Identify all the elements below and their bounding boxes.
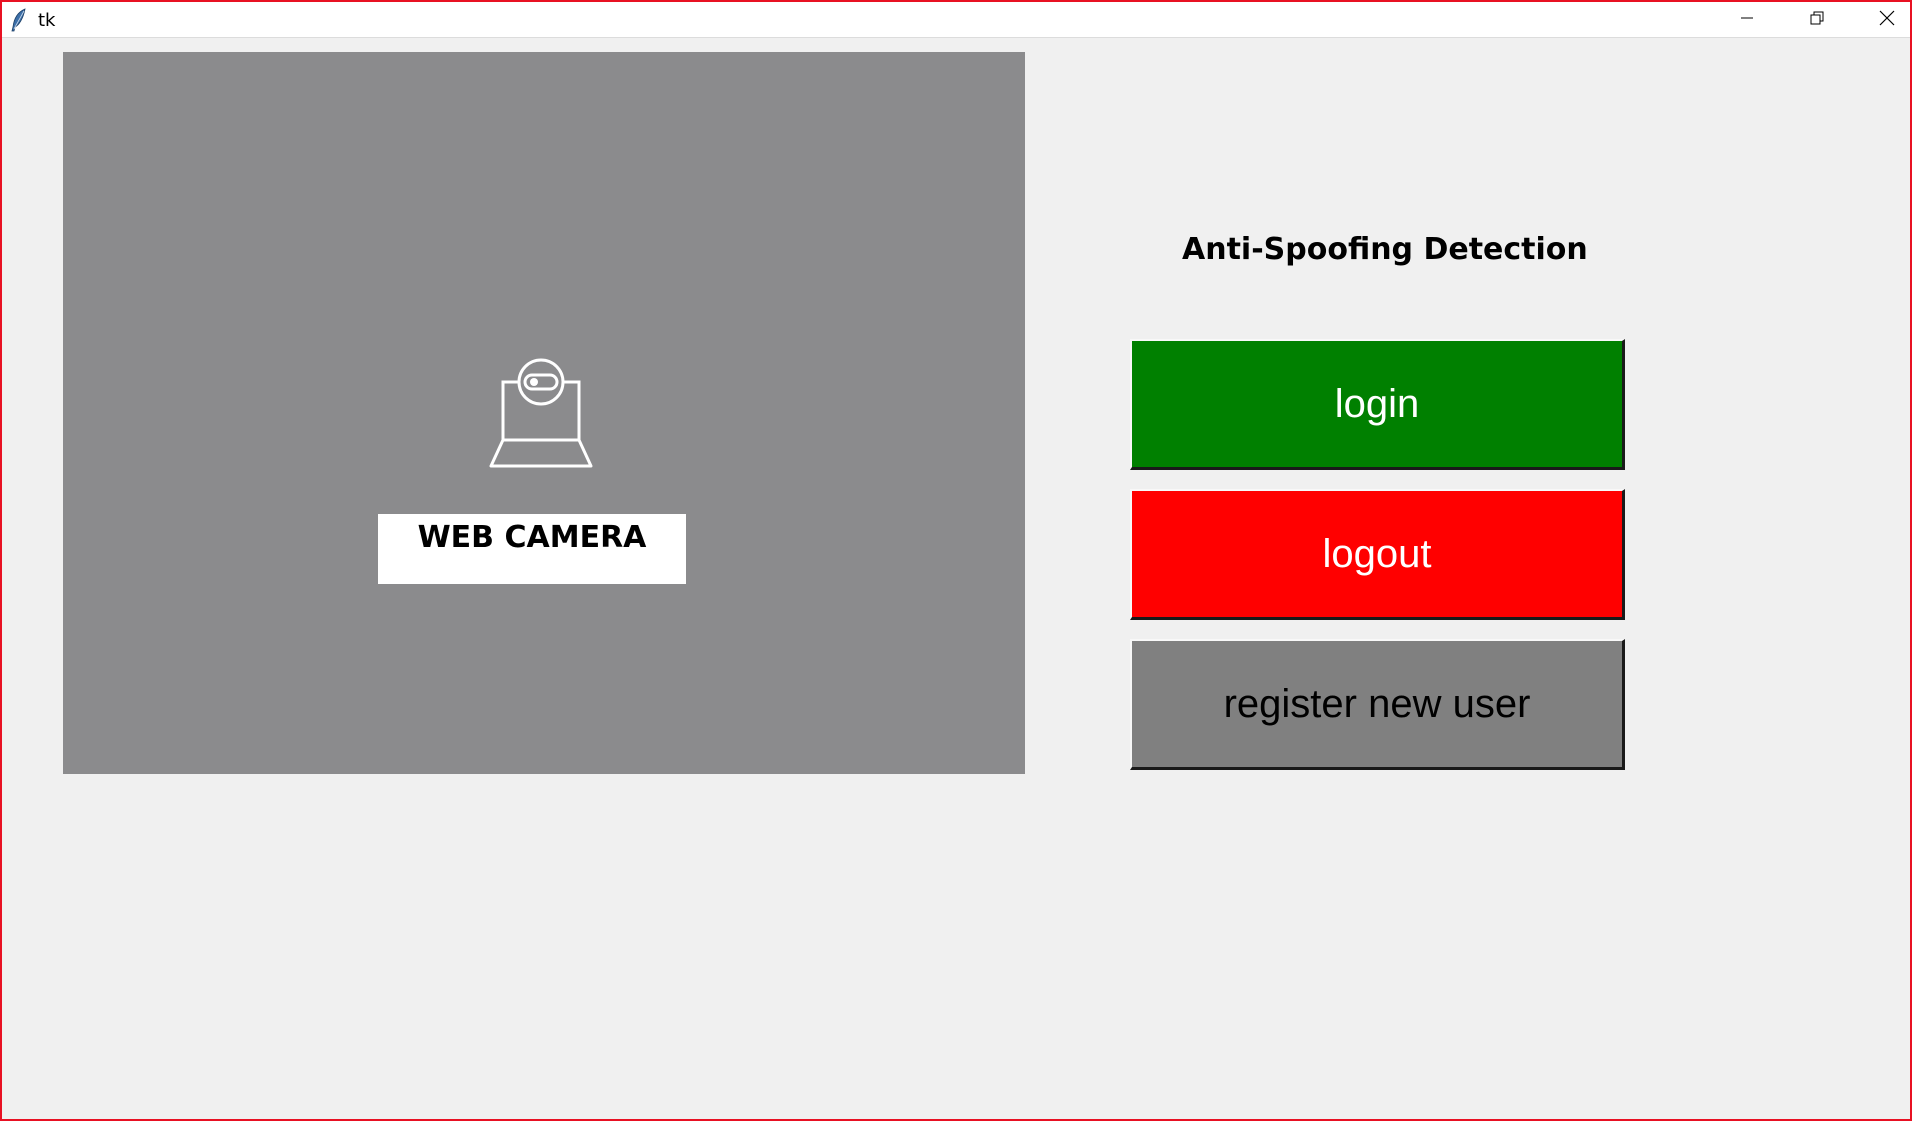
- webcam-icon: [487, 358, 597, 476]
- restore-icon: [1809, 10, 1825, 31]
- minimize-button[interactable]: [1712, 2, 1782, 38]
- close-button[interactable]: [1852, 2, 1912, 38]
- webcam-label: WEB CAMERA: [417, 520, 647, 555]
- app-window: tk WEB CAMERA Anti-Spoofing Detection lo…: [0, 0, 1912, 1121]
- webcam-panel: WEB CAMERA: [63, 52, 1025, 774]
- logout-button[interactable]: logout: [1130, 489, 1625, 620]
- maximize-button[interactable]: [1782, 2, 1852, 38]
- close-icon: [1878, 9, 1896, 32]
- register-new-user-button[interactable]: register new user: [1130, 639, 1625, 770]
- title-bar[interactable]: tk: [2, 2, 1910, 38]
- feather-icon: [10, 8, 28, 32]
- window-title: tk: [38, 10, 56, 31]
- webcam-label-box: WEB CAMERA: [378, 514, 686, 584]
- minimize-icon: [1739, 10, 1755, 31]
- app-title: Anti-Spoofing Detection: [1182, 232, 1588, 267]
- login-button[interactable]: login: [1130, 339, 1625, 470]
